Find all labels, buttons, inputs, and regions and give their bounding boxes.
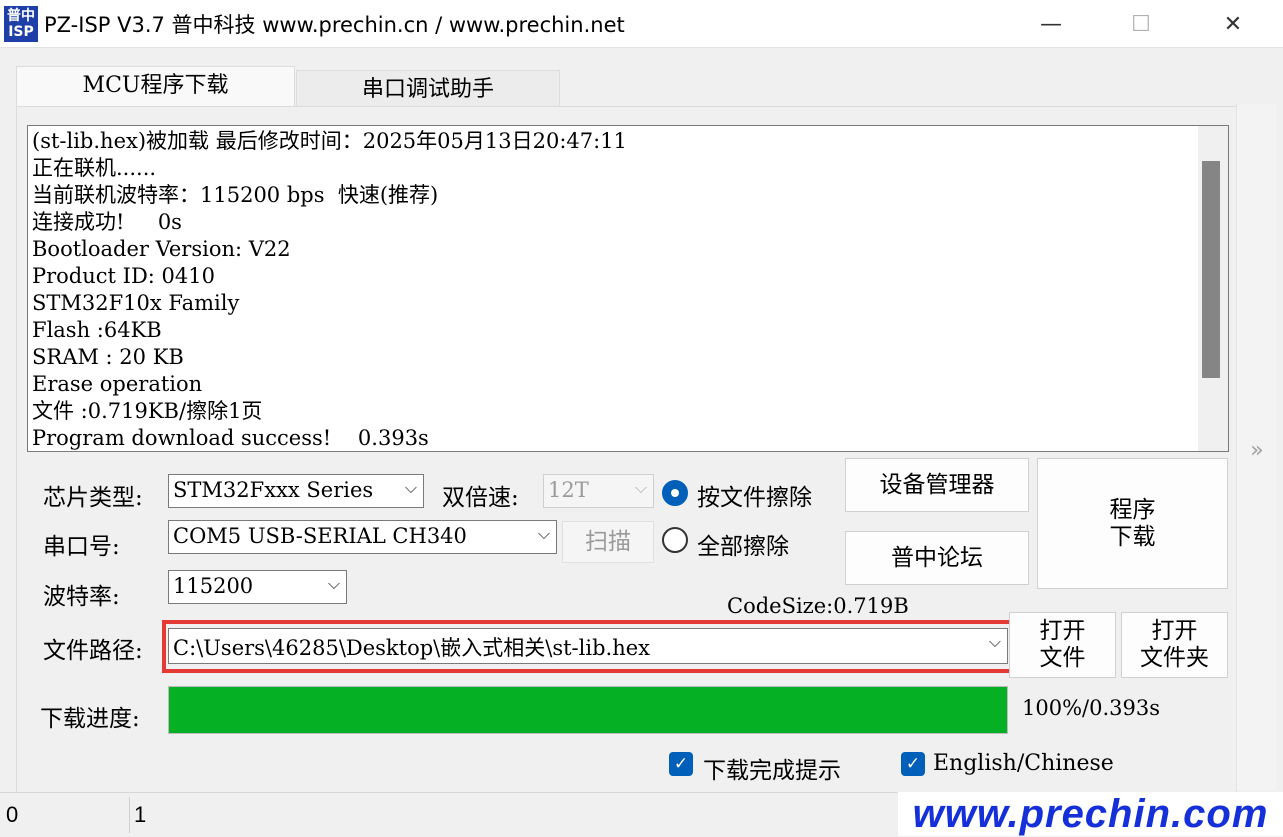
log-line: STM32F10x Family — [32, 291, 240, 315]
chip-type-label: 芯片类型: — [43, 485, 143, 511]
log-scrollbar-thumb[interactable] — [1202, 161, 1220, 378]
baud-rate-value: 115200 — [173, 574, 254, 598]
log-line: 正在联机...... — [32, 156, 157, 180]
chevron-down-icon: ⌵ — [634, 478, 647, 497]
chevron-down-icon: ⌵ — [400, 478, 417, 498]
scan-button[interactable]: 扫描 — [562, 521, 654, 563]
erase-by-file-radio[interactable] — [662, 480, 688, 506]
log-line: 文件 :0.719KB/擦除1页 — [32, 399, 263, 423]
side-panel-toggle[interactable]: » — [1236, 104, 1276, 790]
status-divider — [129, 797, 130, 833]
chevron-down-icon: ⌵ — [537, 524, 550, 543]
program-download-button[interactable]: 程序 下载 — [1037, 458, 1228, 589]
title-bar: 普中 ISP PZ-ISP V3.7 普中科技 www.prechin.cn / … — [0, 0, 1283, 48]
chip-type-value: STM32Fxxx Series — [173, 478, 374, 502]
chip-type-select[interactable]: STM32Fxxx Series ⌵ — [168, 474, 424, 508]
progress-text: 100%/0.393s — [1022, 696, 1161, 720]
download-progress-bar — [168, 686, 1008, 734]
log-line: (st-lib.hex)被加载 最后修改时间：2025年05月13日20:47:… — [32, 129, 627, 153]
log-line: Product ID: 0410 — [32, 264, 215, 288]
download-progress-fill — [169, 687, 1007, 733]
maximize-button[interactable]: ☐ — [1111, 0, 1171, 48]
minimize-button[interactable]: — — [1021, 0, 1081, 48]
app-icon-line1: 普中 — [7, 8, 35, 24]
erase-all-label: 全部擦除 — [697, 534, 789, 560]
status-cell-1: 0 — [6, 802, 19, 827]
double-speed-select[interactable]: 12T ⌵ — [543, 474, 654, 508]
checkmark-icon: ✓ — [673, 754, 689, 774]
log-line: 连接成功! 0s — [32, 210, 182, 234]
tab-mcu-download[interactable]: MCU程序下载 — [16, 66, 295, 108]
tab-serial-debug[interactable]: 串口调试助手 — [296, 70, 560, 108]
open-file-line2: 文件 — [1039, 645, 1086, 671]
port-select[interactable]: COM5 USB-SERIAL CH340 ⌵ — [168, 520, 557, 554]
open-folder-line2: 文件夹 — [1140, 645, 1209, 671]
log-line: Program download success! 0.393s — [32, 426, 429, 450]
port-value: COM5 USB-SERIAL CH340 — [173, 524, 467, 548]
minimize-icon: — — [1040, 11, 1062, 37]
log-line: SRAM : 20 KB — [32, 345, 184, 369]
maximize-icon: ☐ — [1131, 11, 1151, 37]
status-cell-2: 1 — [134, 802, 147, 827]
english-chinese-label: English/Chinese — [933, 751, 1114, 776]
log-line: Bootloader Version: V22 — [32, 237, 291, 261]
baud-rate-label: 波特率: — [43, 584, 120, 610]
open-file-button[interactable]: 打开 文件 — [1009, 612, 1116, 678]
double-chevron-right-icon: » — [1250, 438, 1264, 463]
app-icon-line2: ISP — [8, 24, 34, 40]
forum-button[interactable]: 普中论坛 — [845, 531, 1029, 585]
erase-all-radio[interactable] — [662, 527, 688, 553]
device-manager-button[interactable]: 设备管理器 — [845, 458, 1029, 512]
watermark-logo: www.prechin.com — [898, 792, 1283, 836]
log-scrollbar[interactable] — [1198, 126, 1228, 451]
double-speed-label: 双倍速: — [442, 485, 519, 511]
progress-label: 下载进度: — [40, 706, 140, 732]
close-icon: ✕ — [1223, 11, 1243, 37]
log-line: 当前联机波特率：115200 bps 快速(推荐) — [32, 183, 439, 207]
baud-rate-select[interactable]: 115200 ⌵ — [168, 570, 347, 604]
checkmark-icon: ✓ — [905, 754, 921, 774]
log-line: Flash :64KB — [32, 318, 162, 342]
download-complete-label: 下载完成提示 — [703, 758, 841, 784]
log-lines: (st-lib.hex)被加载 最后修改时间：2025年05月13日20:47:… — [32, 128, 627, 451]
file-path-highlight — [162, 620, 1016, 673]
log-line: Erase operation — [32, 372, 203, 396]
double-speed-value: 12T — [548, 478, 589, 502]
english-chinese-checkbox[interactable]: ✓ — [901, 752, 925, 776]
program-download-line1: 程序 — [1109, 496, 1156, 523]
code-size-text: CodeSize:0.719B — [727, 594, 909, 618]
port-label: 串口号: — [43, 534, 120, 560]
download-complete-checkbox[interactable]: ✓ — [669, 752, 693, 776]
open-folder-button[interactable]: 打开 文件夹 — [1121, 612, 1228, 678]
erase-by-file-label: 按文件擦除 — [697, 485, 812, 511]
open-folder-line1: 打开 — [1151, 618, 1198, 644]
chevron-down-icon: ⌵ — [327, 574, 340, 593]
close-button[interactable]: ✕ — [1203, 0, 1263, 48]
program-download-line2: 下载 — [1109, 523, 1156, 550]
file-path-label: 文件路径: — [43, 638, 143, 664]
window-title: PZ-ISP V3.7 普中科技 www.prechin.cn / www.pr… — [44, 13, 625, 37]
open-file-line1: 打开 — [1039, 618, 1086, 644]
app-icon: 普中 ISP — [4, 6, 38, 42]
log-output[interactable]: (st-lib.hex)被加载 最后修改时间：2025年05月13日20:47:… — [27, 125, 1229, 452]
